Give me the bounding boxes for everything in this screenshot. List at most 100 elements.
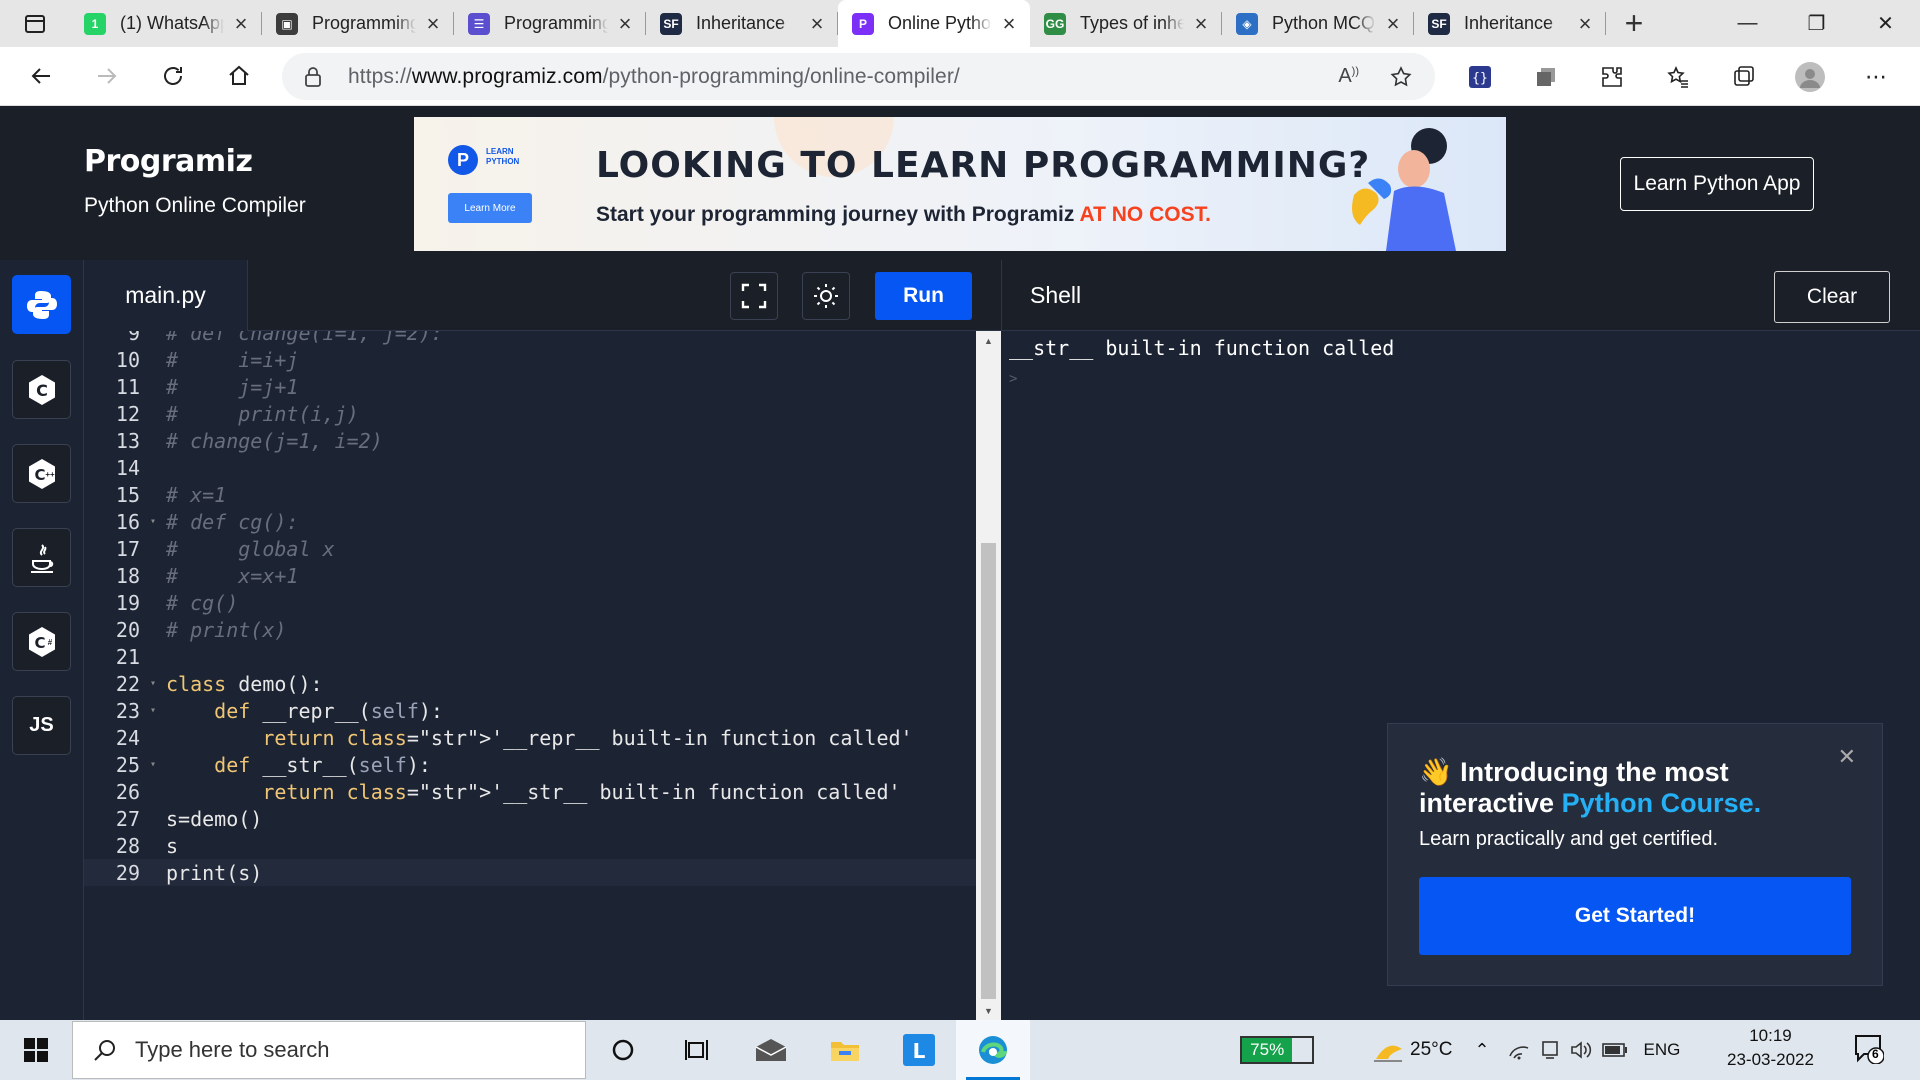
browser-tab[interactable]: ▣ Programming × [262, 0, 454, 47]
scroll-up-arrow-icon[interactable]: ▲ [976, 331, 1001, 351]
banner-learn-more-button[interactable]: Learn More [448, 193, 532, 223]
code-line[interactable]: 18 # x=x+1 [84, 562, 976, 589]
editor-scrollbar[interactable]: ▲ ▼ [976, 331, 1001, 1021]
programiz-logo[interactable]: Programiz [84, 144, 253, 179]
cortana-button[interactable] [586, 1020, 660, 1080]
learn-python-app-button[interactable]: Learn Python App [1620, 157, 1814, 211]
code-line[interactable]: 27 s=demo() [84, 805, 976, 832]
notifications-button[interactable]: 6 [1854, 1034, 1885, 1069]
browser-tab[interactable]: ◈ Python MCQ × [1222, 0, 1414, 47]
code-line[interactable]: 14 [84, 454, 976, 481]
wifi-icon[interactable] [1508, 1040, 1530, 1060]
extensions-button[interactable] [1579, 65, 1645, 89]
input-language-label[interactable]: ENG [1644, 1040, 1681, 1060]
fold-arrow-icon[interactable]: ▾ [140, 759, 166, 770]
battery-meter[interactable]: 75% [1240, 1036, 1314, 1064]
lang-csharp-button[interactable]: C # [12, 612, 71, 671]
code-line[interactable]: 21 [84, 643, 976, 670]
lang-java-button[interactable] [12, 528, 71, 587]
back-button[interactable] [8, 47, 74, 106]
code-line[interactable]: 17 # global x [84, 535, 976, 562]
lang-python-button[interactable] [12, 275, 71, 334]
volume-icon[interactable] [1570, 1040, 1592, 1060]
browser-tab[interactable]: SF Inheritance × [646, 0, 838, 47]
fullscreen-button[interactable] [730, 272, 778, 320]
ad-banner[interactable]: P LEARN PYTHON Learn More LOOKING TO LEAR… [414, 117, 1506, 251]
clear-button[interactable]: Clear [1774, 271, 1890, 323]
tab-close-icon[interactable]: × [230, 11, 252, 37]
code-line[interactable]: 22 ▾ class demo(): [84, 670, 976, 697]
refresh-button[interactable] [140, 47, 206, 106]
scroll-down-arrow-icon[interactable]: ▼ [976, 1001, 1001, 1021]
code-line[interactable]: 20 # print(x) [84, 616, 976, 643]
tab-close-icon[interactable]: × [998, 11, 1020, 37]
browser-tab[interactable]: GG Types of inheritance × [1030, 0, 1222, 47]
code-editor[interactable]: 9 # def change(i=1, j=2): 10 # i=i+j 11 # j=j… [84, 331, 976, 1021]
minimize-button[interactable]: — [1713, 0, 1782, 47]
edge-browser-button[interactable] [956, 1020, 1030, 1080]
chevron-up-icon[interactable]: ⌃ [1474, 1040, 1489, 1061]
mail-app-button[interactable] [734, 1020, 808, 1080]
code-line[interactable]: 19 # cg() [84, 589, 976, 616]
add-favorite-icon[interactable] [1389, 65, 1413, 89]
browser-tab[interactable]: ☰ Programming × [454, 0, 646, 47]
file-tab-main[interactable]: main.py [84, 260, 248, 331]
device-icon[interactable] [1540, 1040, 1560, 1060]
editor-scroll-thumb[interactable] [981, 543, 996, 999]
code-line[interactable]: 28 s [84, 832, 976, 859]
tab-close-icon[interactable]: × [614, 11, 636, 37]
close-icon[interactable]: ✕ [1838, 744, 1856, 770]
favorites-button[interactable] [1645, 65, 1711, 89]
file-explorer-button[interactable] [808, 1020, 882, 1080]
theme-toggle-button[interactable] [802, 272, 850, 320]
fold-arrow-icon[interactable]: ▾ [140, 678, 166, 689]
browser-tab[interactable]: 1 (1) WhatsApp × [70, 0, 262, 47]
profile-button[interactable] [1777, 61, 1843, 92]
lang-js-button[interactable]: JS [12, 696, 71, 755]
code-line[interactable]: 13 # change(j=1, i=2) [84, 427, 976, 454]
browser-tab[interactable]: P Online Python × [838, 0, 1030, 47]
code-line[interactable]: 12 # print(i,j) [84, 400, 976, 427]
restore-button[interactable]: ❐ [1782, 0, 1851, 47]
browser-tab[interactable]: SF Inheritance × [1414, 0, 1606, 47]
settings-more-button[interactable]: ⋯ [1843, 64, 1909, 90]
extension-dev-button[interactable]: {} [1447, 65, 1513, 89]
taskbar-clock[interactable]: 10:19 23-03-2022 [1727, 1024, 1814, 1072]
run-button[interactable]: Run [875, 272, 972, 320]
tab-close-icon[interactable]: × [1382, 11, 1404, 37]
home-button[interactable] [206, 47, 272, 106]
code-line[interactable]: 24 return class="str">'__repr__ built-in… [84, 724, 976, 751]
code-line[interactable]: 11 # j=j+1 [84, 373, 976, 400]
new-tab-button[interactable]: + [1606, 0, 1662, 47]
forward-button[interactable] [74, 47, 140, 106]
battery-icon[interactable] [1601, 1043, 1628, 1057]
code-line[interactable]: 23 ▾ def __repr__(self): [84, 697, 976, 724]
collections-button[interactable] [1711, 65, 1777, 89]
extension-copy-button[interactable] [1513, 66, 1579, 88]
close-window-button[interactable]: ✕ [1851, 0, 1920, 47]
get-started-button[interactable]: Get Started! [1419, 877, 1851, 955]
code-line[interactable]: 10 # i=i+j [84, 346, 976, 373]
tab-close-icon[interactable]: × [422, 11, 444, 37]
start-button[interactable] [0, 1020, 72, 1080]
lang-cpp-button[interactable]: C ++ [12, 444, 71, 503]
tab-close-icon[interactable]: × [806, 11, 828, 37]
fold-arrow-icon[interactable]: ▾ [140, 516, 166, 527]
address-bar[interactable]: https://www.programiz.com/python-program… [282, 53, 1435, 100]
code-line[interactable]: 25 ▾ def __str__(self): [84, 751, 976, 778]
code-line[interactable]: 15 # x=1 [84, 481, 976, 508]
task-view-button[interactable] [660, 1020, 734, 1080]
fold-arrow-icon[interactable]: ▾ [140, 705, 166, 716]
code-line[interactable]: 16 ▾ # def cg(): [84, 508, 976, 535]
launcher-app-button[interactable]: L [882, 1020, 956, 1080]
read-aloud-icon[interactable]: A)) [1338, 65, 1359, 89]
code-line[interactable]: 9 # def change(i=1, j=2): [84, 331, 976, 346]
code-line[interactable]: 26 return class="str">'__str__ built-in … [84, 778, 976, 805]
lang-c-button[interactable]: C [12, 360, 71, 419]
tab-actions-button[interactable] [0, 0, 70, 47]
temperature-label[interactable]: 25°C [1410, 1039, 1452, 1061]
tab-close-icon[interactable]: × [1190, 11, 1212, 37]
code-line[interactable]: 29 print(s) [84, 859, 976, 886]
taskbar-search-input[interactable]: Type here to search [72, 1021, 586, 1079]
tab-close-icon[interactable]: × [1574, 11, 1596, 37]
